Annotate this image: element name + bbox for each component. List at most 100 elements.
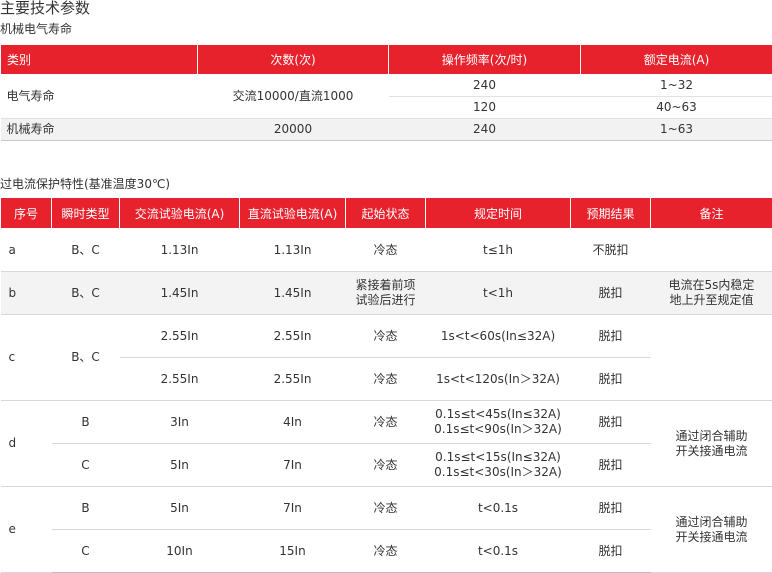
- table1-caption: 机械电气寿命: [0, 22, 72, 36]
- col-header: 操作频率(次/时): [389, 45, 581, 75]
- col-header: 序号: [1, 198, 52, 229]
- table-cell: 1.45In: [120, 272, 240, 315]
- life-table: 类别 次数(次) 操作频率(次/时) 额定电流(A) 电气寿命 交流10000/…: [0, 44, 772, 141]
- cell-line: 开关接通电流: [675, 444, 747, 458]
- table-cell: C: [52, 530, 120, 573]
- table-row: 机械寿命 20000 240 1~63: [1, 119, 772, 141]
- table-cell: c: [1, 315, 52, 401]
- table-header: 序号 瞬时类型 交流试验电流(A) 直流试验电流(A) 起始状态 规定时间 预期…: [1, 198, 772, 229]
- table-cell: B: [52, 487, 120, 530]
- table-cell: 交流10000/直流1000: [198, 75, 389, 119]
- table-cell: 脱扣: [571, 530, 651, 573]
- table-cell: B、C: [52, 229, 120, 272]
- col-header: 预期结果: [571, 198, 651, 229]
- table-cell: 冷态: [346, 530, 426, 573]
- table-row: e B 5In 7In 冷态 t<0.1s 脱扣 通过闭合辅助开关接通电流: [1, 487, 772, 530]
- table-cell: 7In: [240, 444, 346, 487]
- table-cell: 冷态: [346, 401, 426, 444]
- table-cell: t<0.1s: [426, 530, 571, 573]
- table-cell: C: [52, 444, 120, 487]
- table-cell: 1s<t<120s(In＞32A): [426, 358, 571, 401]
- table-cell: 脱扣: [571, 315, 651, 358]
- table-cell: B、C: [52, 315, 120, 401]
- table-cell: 120: [389, 97, 581, 119]
- table-cell: a: [1, 229, 52, 272]
- table-cell: 1.13In: [240, 229, 346, 272]
- table-cell: 40~63: [581, 97, 772, 119]
- col-header: 额定电流(A): [581, 45, 772, 75]
- table-cell: 通过闭合辅助开关接通电流: [651, 487, 772, 573]
- table-cell: 2.55In: [120, 315, 240, 358]
- table-cell: [651, 315, 772, 358]
- table-cell: t<0.1s: [426, 487, 571, 530]
- table-cell: [651, 229, 772, 272]
- table-cell: e: [1, 487, 52, 573]
- col-header: 类别: [1, 45, 198, 75]
- table-cell: 冷态: [346, 315, 426, 358]
- table-cell: 2.55In: [240, 315, 346, 358]
- table-header: 类别 次数(次) 操作频率(次/时) 额定电流(A): [1, 45, 772, 75]
- cell-line: 0.1s≤t<45s(In≤32A): [435, 407, 561, 421]
- table-cell: B、C: [52, 272, 120, 315]
- col-header: 交流试验电流(A): [120, 198, 240, 229]
- table-cell: 脱扣: [571, 487, 651, 530]
- table-cell: 2.55In: [120, 358, 240, 401]
- table-row: c B、C 2.55In 2.55In 冷态 1s<t<60s(In≤32A) …: [1, 315, 772, 358]
- table-cell: 通过闭合辅助开关接通电流: [651, 401, 772, 487]
- table-cell: t≤1h: [426, 229, 571, 272]
- table-cell: 20000: [198, 119, 389, 141]
- table-cell: 7In: [240, 487, 346, 530]
- page-title: 主要技术参数: [0, 0, 90, 16]
- cell-line: 0.1s≤t<90s(In＞32A): [434, 422, 562, 436]
- table-cell: 240: [389, 75, 581, 97]
- table-cell: t<1h: [426, 272, 571, 315]
- table-cell: 1s<t<60s(In≤32A): [426, 315, 571, 358]
- table-cell: 10In: [120, 530, 240, 573]
- table-cell: 5In: [120, 444, 240, 487]
- table-row: d B 3In 4In 冷态 0.1s≤t<45s(In≤32A)0.1s≤t<…: [1, 401, 772, 444]
- col-header: 起始状态: [346, 198, 426, 229]
- table2-caption: 过电流保护特性(基准温度30℃): [0, 177, 170, 191]
- table-cell: 3In: [120, 401, 240, 444]
- table-cell: b: [1, 272, 52, 315]
- table-cell: 240: [389, 119, 581, 141]
- overcurrent-table: 序号 瞬时类型 交流试验电流(A) 直流试验电流(A) 起始状态 规定时间 预期…: [0, 197, 772, 573]
- cell-line: 通过闭合辅助: [675, 515, 747, 529]
- cell-line: 紧接着前项: [355, 278, 415, 292]
- table-cell: 1.13In: [120, 229, 240, 272]
- table-cell: 1~63: [581, 119, 772, 141]
- table-cell: 冷态: [346, 487, 426, 530]
- col-header: 规定时间: [426, 198, 571, 229]
- table-cell: 冷态: [346, 358, 426, 401]
- cell-line: 0.1s≤t<30s(In＞32A): [434, 465, 562, 479]
- cell-line: 通过闭合辅助: [675, 429, 747, 443]
- table-cell: 15In: [240, 530, 346, 573]
- table-cell: 2.55In: [240, 358, 346, 401]
- col-header: 次数(次): [198, 45, 389, 75]
- table-cell: 电流在5s内稳定地上升至规定值: [651, 272, 772, 315]
- table-cell: 脱扣: [571, 444, 651, 487]
- table-row: b B、C 1.45In 1.45In 紧接着前项试验后进行 t<1h 脱扣 电…: [1, 272, 772, 315]
- col-header: 备注: [651, 198, 772, 229]
- table-cell: [651, 358, 772, 401]
- table-cell: 脱扣: [571, 272, 651, 315]
- table-cell: 5In: [120, 487, 240, 530]
- col-header: 直流试验电流(A): [240, 198, 346, 229]
- table-cell: 1.45In: [240, 272, 346, 315]
- table-cell: d: [1, 401, 52, 487]
- table-cell: 脱扣: [571, 358, 651, 401]
- table-cell: 脱扣: [571, 401, 651, 444]
- cell-line: 0.1s≤t<15s(In≤32A): [435, 450, 561, 464]
- table-cell: 1~32: [581, 75, 772, 97]
- cell-line: 地上升至规定值: [669, 293, 753, 307]
- cell-line: 试验后进行: [355, 293, 415, 307]
- table-cell: 机械寿命: [1, 119, 198, 141]
- table-cell: 4In: [240, 401, 346, 444]
- cell-line: 开关接通电流: [675, 530, 747, 544]
- table-cell: B: [52, 401, 120, 444]
- table-cell: 冷态: [346, 444, 426, 487]
- table-cell: 冷态: [346, 229, 426, 272]
- table-cell: 0.1s≤t<15s(In≤32A)0.1s≤t<30s(In＞32A): [426, 444, 571, 487]
- table-cell: 电气寿命: [1, 75, 198, 119]
- table-row: a B、C 1.13In 1.13In 冷态 t≤1h 不脱扣: [1, 229, 772, 272]
